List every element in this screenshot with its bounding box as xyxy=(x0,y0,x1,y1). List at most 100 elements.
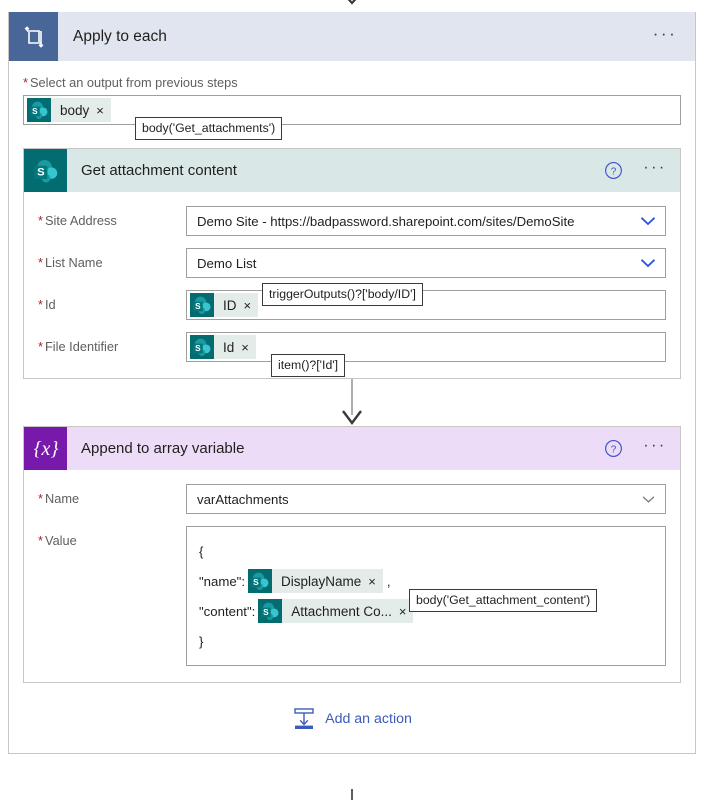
sharepoint-icon: S xyxy=(190,293,214,317)
apply-to-each-body: *Select an output from previous steps S xyxy=(9,61,695,753)
tooltip-body-expression: body('Get_attachments') xyxy=(135,117,283,141)
add-an-action-label: Add an action xyxy=(325,711,412,727)
select-output-input[interactable]: S body × xyxy=(23,95,681,125)
token-body-label: body xyxy=(60,102,90,118)
loop-icon xyxy=(9,12,58,61)
help-icon[interactable]: ? xyxy=(596,149,630,192)
value-line: { xyxy=(199,536,655,566)
svg-text:?: ? xyxy=(610,444,616,455)
variable-icon: {x} xyxy=(24,427,67,470)
site-address-label-text: Site Address xyxy=(44,213,117,228)
tooltip-id-expression: triggerOutputs()?['body/ID'] xyxy=(262,283,423,307)
token-display-name-remove[interactable]: × xyxy=(368,575,383,588)
value-line-prefix: { xyxy=(199,543,204,559)
tooltip-attachment-content-expression: body('Get_attachment_content') xyxy=(409,589,598,613)
variable-name-value: varAttachments xyxy=(197,491,289,507)
required-asterisk: * xyxy=(38,213,43,228)
variable-value-label: * Value xyxy=(38,526,186,548)
value-line-suffix: , xyxy=(386,573,391,589)
tooltip-file-identifier-expression: item()?['Id'] xyxy=(271,354,346,378)
append-to-array-variable-body: * Name varAttachments * Value {"name": … xyxy=(24,470,680,682)
variable-name-combobox[interactable]: varAttachments xyxy=(186,484,666,514)
param-row-site-address: * Site Address Demo Site - https://badpas… xyxy=(38,206,666,236)
svg-text:?: ? xyxy=(610,166,616,177)
svg-text:S: S xyxy=(253,578,259,587)
chevron-down-icon[interactable] xyxy=(631,216,665,226)
variable-name-label: * Name xyxy=(38,484,186,506)
sharepoint-icon: S xyxy=(258,599,283,623)
add-an-action-button[interactable]: Add an action xyxy=(23,683,681,753)
required-asterisk: * xyxy=(38,491,43,506)
get-attachment-content-title: Get attachment content xyxy=(81,162,237,179)
help-icon[interactable]: ? xyxy=(596,427,630,470)
get-attachment-content-header[interactable]: S Get attachment content ? ··· xyxy=(24,149,680,192)
variable-value-label-text: Value xyxy=(44,533,77,548)
list-name-value: Demo List xyxy=(197,255,257,271)
file-identifier-label: * File Identifier xyxy=(38,332,186,354)
add-action-icon xyxy=(294,708,314,729)
site-address-combobox[interactable]: Demo Site - https://badpassword.sharepoi… xyxy=(186,206,666,236)
token-attachment-content-label: Attachment Co... xyxy=(291,603,392,619)
svg-text:{x}: {x} xyxy=(33,438,58,460)
required-asterisk: * xyxy=(38,339,43,354)
token-attachment-content[interactable]: S Attachment Co... × xyxy=(258,599,414,623)
list-name-label-text: List Name xyxy=(44,255,103,270)
token-display-name-label: DisplayName xyxy=(281,573,362,589)
svg-text:S: S xyxy=(32,107,38,116)
svg-text:S: S xyxy=(195,302,201,311)
token-file-id-remove[interactable]: × xyxy=(241,341,256,354)
id-label: * Id xyxy=(38,290,186,312)
list-name-combobox[interactable]: Demo List xyxy=(186,248,666,278)
get-attachment-content-card[interactable]: S Get attachment content ? ··· * Site Ad… xyxy=(23,148,681,379)
token-id-label: ID xyxy=(223,297,237,313)
append-to-array-variable-card[interactable]: {x} Append to array variable ? ··· * Nam… xyxy=(23,426,681,683)
apply-to-each-header[interactable]: Apply to each ··· xyxy=(9,12,695,61)
required-asterisk: * xyxy=(38,533,43,548)
token-id[interactable]: S ID × xyxy=(190,293,259,317)
value-line-prefix: "content": xyxy=(199,603,256,619)
sharepoint-icon: S xyxy=(248,569,273,593)
token-id-remove[interactable]: × xyxy=(244,299,259,312)
required-asterisk: * xyxy=(38,255,43,270)
param-row-variable-value: * Value { "name": S DisplayName × , "con… xyxy=(38,526,666,666)
required-asterisk: * xyxy=(23,75,28,90)
arrow-down-icon xyxy=(347,0,357,5)
variable-value-editor[interactable]: { "name": S DisplayName × , "content": S… xyxy=(186,526,666,666)
select-output-label-text: Select an output from previous steps xyxy=(29,75,238,90)
value-line-prefix: } xyxy=(199,633,204,649)
param-row-file-identifier: * File Identifier S Id × item()?['Id'] xyxy=(38,332,666,378)
sharepoint-icon: S xyxy=(24,149,67,192)
token-file-id[interactable]: S Id × xyxy=(190,335,256,359)
append-to-array-variable-menu-button[interactable]: ··· xyxy=(630,427,680,470)
append-to-array-variable-title: Append to array variable xyxy=(81,440,245,457)
site-address-label: * Site Address xyxy=(38,206,186,228)
sharepoint-icon: S xyxy=(190,335,214,359)
token-display-name[interactable]: S DisplayName × xyxy=(248,569,383,593)
file-identifier-input[interactable]: S Id × xyxy=(186,332,666,362)
svg-text:S: S xyxy=(263,608,269,617)
chevron-down-icon[interactable] xyxy=(631,495,665,504)
svg-text:S: S xyxy=(195,344,201,353)
get-attachment-content-menu-button[interactable]: ··· xyxy=(630,149,680,192)
param-row-id: * Id S ID × triggerOutputs()?['body/ID'] xyxy=(38,283,666,320)
arrow-down-icon xyxy=(342,410,362,425)
bottom-connector-stub xyxy=(351,789,353,800)
apply-to-each-card[interactable]: Apply to each ··· * Select an output from… xyxy=(8,12,696,754)
param-row-list-name: * List Name Demo List xyxy=(38,248,666,278)
top-connector xyxy=(0,0,704,12)
list-name-label: * List Name xyxy=(38,248,186,270)
append-to-array-variable-header[interactable]: {x} Append to array variable ? ··· xyxy=(24,427,680,470)
required-asterisk: * xyxy=(38,297,43,312)
select-output-label: * Select an output from previous steps xyxy=(23,75,681,90)
token-file-id-label: Id xyxy=(223,339,235,355)
chevron-down-icon[interactable] xyxy=(631,258,665,268)
id-input[interactable]: S ID × xyxy=(186,290,666,320)
value-line: } xyxy=(199,626,655,656)
apply-to-each-menu-button[interactable]: ··· xyxy=(635,12,695,61)
token-body[interactable]: S body × xyxy=(27,98,111,122)
apply-to-each-title: Apply to each xyxy=(73,27,167,45)
value-line-prefix: "name": xyxy=(199,573,246,589)
site-address-value: Demo Site - https://badpassword.sharepoi… xyxy=(197,213,575,229)
token-body-remove[interactable]: × xyxy=(96,104,111,117)
variable-name-label-text: Name xyxy=(44,491,80,506)
